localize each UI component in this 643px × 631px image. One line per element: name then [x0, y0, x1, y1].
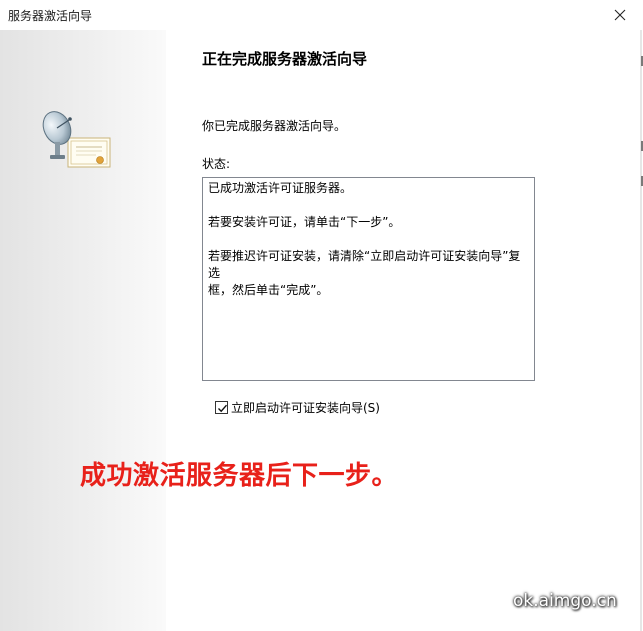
satellite-dish-certificate-icon [42, 111, 111, 168]
wizard-heading: 正在完成服务器激活向导 [202, 50, 368, 68]
status-line: 若要安装许可证，请单击“下一步”。 [208, 215, 401, 229]
status-line: 框，然后单击“完成”。 [208, 283, 329, 297]
checkbox-box[interactable] [215, 400, 228, 414]
activation-wizard-window: 服务器激活向导 正在完成服务器激活向导 你已完成服务器激活向导。 状态: 已成功… [0, 0, 643, 631]
start-license-install-checkbox[interactable]: 立即启动许可证安装向导(S) [215, 399, 380, 415]
status-line: 已成功激活许可证服务器。 [208, 181, 353, 195]
checkmark-icon [218, 404, 228, 412]
window-title: 服务器激活向导 [8, 9, 93, 23]
wizard-side-panel [0, 30, 166, 631]
checkbox-label: 立即启动许可证安装向导(S) [231, 400, 380, 415]
close-button[interactable] [597, 0, 643, 30]
window-right-border [640, 30, 642, 631]
status-label: 状态: [202, 157, 231, 171]
close-icon [614, 9, 626, 21]
intro-text: 你已完成服务器激活向导。 [202, 119, 347, 133]
title-bar: 服务器激活向导 [0, 0, 643, 30]
status-textbox[interactable]: 已成功激活许可证服务器。 若要安装许可证，请单击“下一步”。 若要推迟许可证安装… [202, 177, 535, 381]
status-line: 若要推迟许可证安装，请清除“立即启动许可证安装向导”复选 [208, 249, 521, 280]
site-watermark: ok.aimgo.cn [513, 591, 617, 611]
red-annotation-text: 成功激活服务器后下一步。 [80, 461, 399, 491]
